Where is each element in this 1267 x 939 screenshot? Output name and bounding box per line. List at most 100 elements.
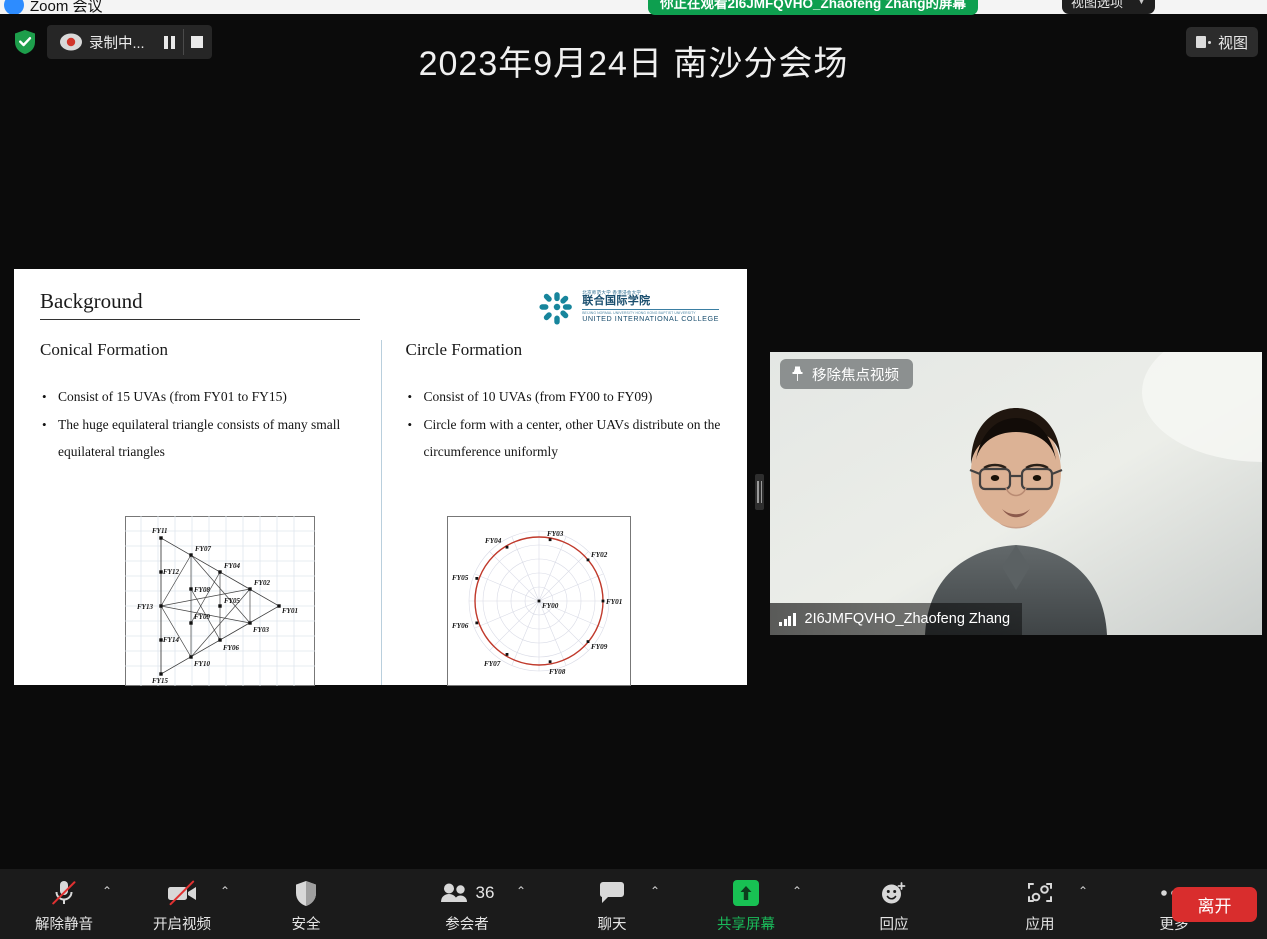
svg-text:FY04: FY04 xyxy=(224,562,240,570)
chevron-up-icon[interactable]: ⌃ xyxy=(220,884,230,898)
chevron-up-icon[interactable]: ⌃ xyxy=(516,884,526,898)
svg-text:FY06: FY06 xyxy=(452,622,469,630)
remove-spotlight-button[interactable]: 移除焦点视频 xyxy=(780,359,913,389)
svg-text:FY08: FY08 xyxy=(549,668,566,676)
svg-text:FY09: FY09 xyxy=(591,643,608,651)
drag-handle-icon[interactable] xyxy=(755,474,764,510)
svg-text:FY05: FY05 xyxy=(452,574,469,582)
toolbar-item-unmute[interactable]: 解除静音 ⌃ xyxy=(28,878,112,934)
video-camera-off-icon xyxy=(166,878,198,908)
svg-text:FY11: FY11 xyxy=(152,527,168,535)
bullet-list: Consist of 10 UVAs (from FY00 to FY09) C… xyxy=(406,384,722,465)
participants-icon: 36 xyxy=(440,878,495,908)
svg-text:FY01: FY01 xyxy=(606,598,622,606)
list-item: Consist of 10 UVAs (from FY00 to FY09) xyxy=(406,384,722,410)
divider xyxy=(582,309,719,311)
column-heading: Circle Formation xyxy=(405,340,523,359)
view-button-label: 视图 xyxy=(1217,34,1248,52)
chevron-down-icon: ▼ xyxy=(1137,0,1146,6)
svg-text:FY00: FY00 xyxy=(542,602,559,610)
toolbar-label: 回应 xyxy=(879,917,909,933)
bullet-list: Consist of 15 UVAs (from FY01 to FY15) T… xyxy=(40,384,363,465)
recording-dot-icon xyxy=(58,31,84,53)
layout-view-icon xyxy=(1195,36,1211,48)
remove-spotlight-label: 移除焦点视频 xyxy=(812,367,899,384)
chevron-up-icon[interactable]: ⌃ xyxy=(792,884,802,898)
chevron-up-icon[interactable]: ⌃ xyxy=(1078,884,1088,898)
svg-text:FY07: FY07 xyxy=(195,545,211,553)
list-item: Circle form with a center, other UAVs di… xyxy=(406,412,722,465)
view-button[interactable]: 视图 xyxy=(1185,27,1258,57)
shared-screen-area[interactable]: Background 北京师范大学 香港浸会大学 联合国际学院 BEIJING … xyxy=(14,269,747,686)
toolbar-label: 安全 xyxy=(291,917,321,933)
slide-column-circle: Circle Formation Consist of 10 UVAs (fro… xyxy=(380,340,722,686)
toolbar-item-security[interactable]: 安全 xyxy=(270,878,342,934)
toolbar-item-chat[interactable]: 聊天 ⌃ xyxy=(576,878,660,934)
zoom-logo-icon xyxy=(4,0,24,14)
microphone-muted-icon xyxy=(51,878,77,908)
zoom-meeting-window: Zoom 会议 你正在观看2I6JMFQVHO_Zhaofeng Zhang的屏… xyxy=(0,0,1267,939)
svg-text:FY06: FY06 xyxy=(223,644,239,652)
svg-text:FY12: FY12 xyxy=(163,568,179,576)
toolbar-item-reactions[interactable]: 回应 xyxy=(858,878,930,934)
participants-count: 36 xyxy=(475,883,495,902)
slide-column-conical: Conical Formation Consist of 15 UVAs (fr… xyxy=(40,340,381,686)
security-shield-icon[interactable] xyxy=(12,28,38,56)
svg-text:FY14: FY14 xyxy=(163,636,179,644)
toolbar-item-share-screen[interactable]: 共享屏幕 ⌃ xyxy=(710,878,802,934)
panel-divider[interactable] xyxy=(752,269,766,685)
apps-icon xyxy=(1026,878,1054,908)
recording-controls: 录制中... xyxy=(12,25,212,59)
view-options-label: 视图选项 xyxy=(1071,0,1124,10)
svg-text:FY09: FY09 xyxy=(194,613,210,621)
screen-share-banner: 你正在观看2I6JMFQVHO_Zhaofeng Zhang的屏幕 xyxy=(648,0,979,15)
chevron-up-icon[interactable]: ⌃ xyxy=(650,884,660,898)
svg-text:FY13: FY13 xyxy=(137,603,153,611)
reactions-smiley-icon xyxy=(880,878,908,908)
pause-icon[interactable] xyxy=(157,26,183,58)
svg-text:FY03: FY03 xyxy=(547,530,564,538)
uic-snowflake-logo-icon xyxy=(539,292,573,325)
conical-formation-diagram: FY11 FY07 FY12 FY04 FY08 FY02 FY05 FY13 … xyxy=(125,516,315,691)
slide-title: Background xyxy=(40,289,360,320)
pin-icon xyxy=(792,366,803,381)
chat-bubble-icon xyxy=(598,878,626,908)
svg-text:FY02: FY02 xyxy=(591,551,608,559)
toolbar-item-apps[interactable]: 应用 ⌃ xyxy=(1004,878,1088,934)
leave-meeting-button[interactable]: 离开 xyxy=(1172,887,1257,922)
toolbar-label: 共享屏幕 xyxy=(717,917,775,933)
meeting-stage: 录制中... 2023年9月24日 南沙分会场 视图 Background 北京… xyxy=(0,14,1267,869)
svg-text:FY10: FY10 xyxy=(194,660,210,668)
toolbar-item-participants[interactable]: 36 参会者 ⌃ xyxy=(424,878,526,934)
uic-logo: 北京师范大学 香港浸会大学 联合国际学院 BEIJING NORMAL UNIV… xyxy=(539,289,719,325)
window-title: Zoom 会议 xyxy=(30,0,103,14)
stop-icon[interactable] xyxy=(184,26,210,58)
shield-icon xyxy=(294,878,318,908)
toolbar-label: 聊天 xyxy=(597,917,627,933)
participant-name: 2I6JMFQVHO_Zhaofeng Zhang xyxy=(804,611,1011,627)
meeting-toolbar: 解除静音 ⌃ 开启视频 ⌃ 安全 36 参会者 ⌃ 聊天 ⌃ 共享屏幕 ⌃ 回应… xyxy=(0,869,1267,939)
speaker-video-tile[interactable]: 移除焦点视频 2I6JMFQVHO_Zhaofeng Zhang xyxy=(770,352,1262,635)
circle-formation-diagram: FY00 FY01 FY02 FY03 FY04 FY05 FY06 FY07 … xyxy=(446,516,631,691)
recording-label: 录制中... xyxy=(89,35,145,52)
svg-text:FY07: FY07 xyxy=(484,660,501,668)
svg-text:FY04: FY04 xyxy=(485,537,502,545)
toolbar-label: 解除静音 xyxy=(35,917,93,933)
participant-name-bar: 2I6JMFQVHO_Zhaofeng Zhang xyxy=(770,603,1023,635)
svg-text:FY08: FY08 xyxy=(194,586,210,594)
list-item: The huge equilateral triangle consists o… xyxy=(40,412,363,465)
leave-button-label: 离开 xyxy=(1197,897,1232,916)
toolbar-item-start-video[interactable]: 开启视频 ⌃ xyxy=(146,878,230,934)
toolbar-label: 开启视频 xyxy=(153,917,211,933)
column-heading: Conical Formation xyxy=(40,340,168,359)
toolbar-label: 参会者 xyxy=(445,917,489,933)
recording-pill: 录制中... xyxy=(47,25,212,59)
share-screen-icon xyxy=(733,878,759,908)
list-item: Consist of 15 UVAs (from FY01 to FY15) xyxy=(40,384,363,410)
view-options-button[interactable]: 视图选项 ▼ xyxy=(1062,0,1155,14)
chevron-up-icon[interactable]: ⌃ xyxy=(102,884,112,898)
svg-text:FY01: FY01 xyxy=(282,607,298,615)
screen-share-banner-text: 你正在观看2I6JMFQVHO_Zhaofeng Zhang的屏幕 xyxy=(660,0,967,11)
svg-text:FY15: FY15 xyxy=(152,677,168,685)
toolbar-label: 应用 xyxy=(1025,917,1055,933)
